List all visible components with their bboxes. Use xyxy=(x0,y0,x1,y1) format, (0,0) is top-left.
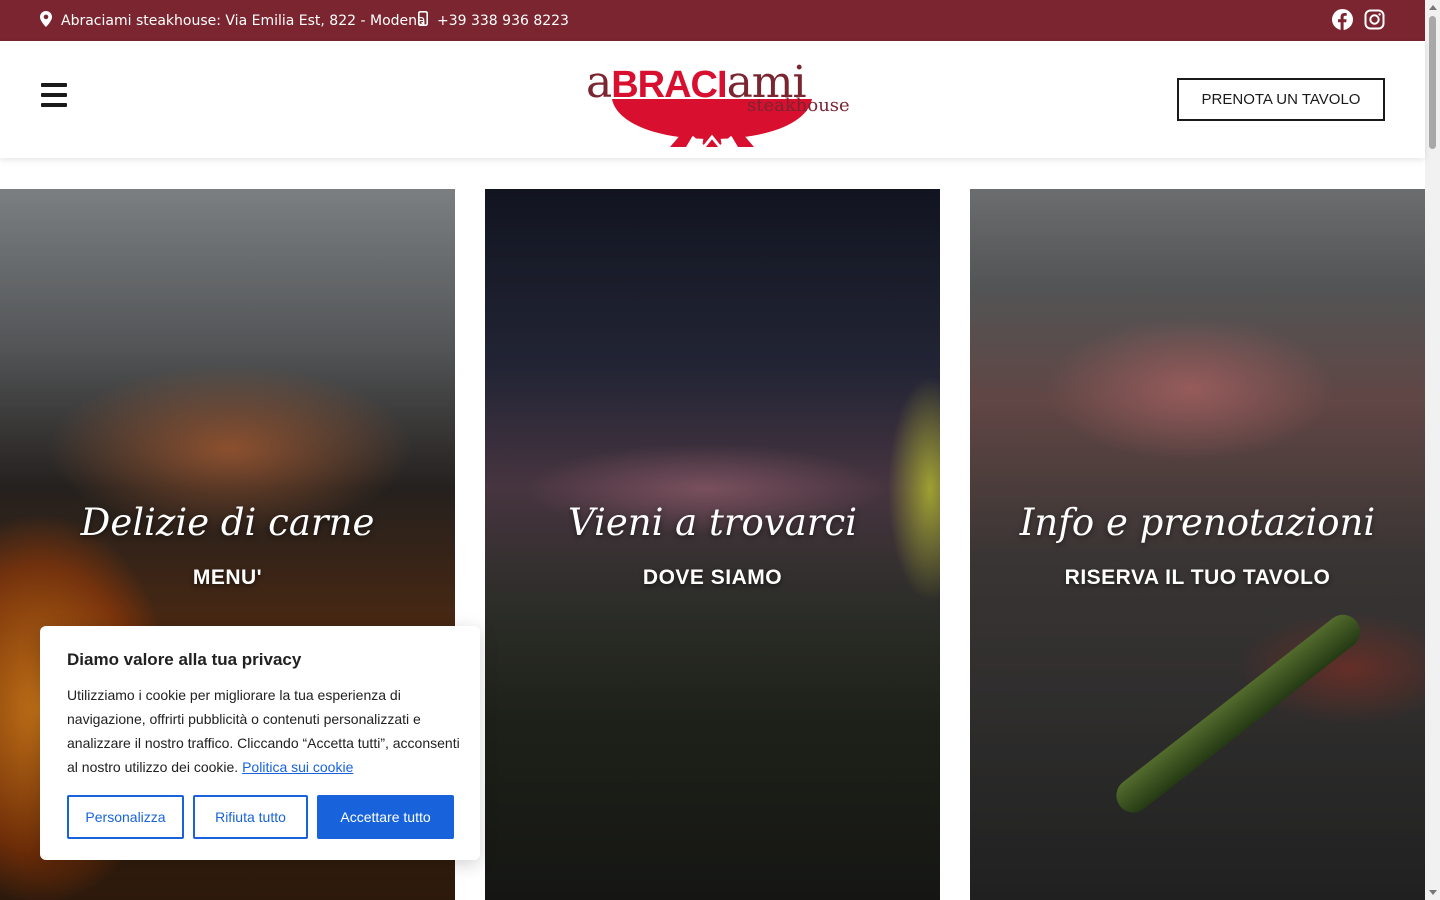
site-header: aBRACIami steakhouse PRENOTA UN TAVOLO xyxy=(0,41,1425,158)
map-pin-icon xyxy=(40,11,52,31)
cookie-button-row: Personalizza Rifiuta tutto Accettare tut… xyxy=(67,795,454,839)
card-booking[interactable]: Info e prenotazioni RISERVA IL TUO TAVOL… xyxy=(970,189,1425,900)
page-scrollbar[interactable] xyxy=(1425,0,1440,900)
cookie-consent-banner: Diamo valore alla tua privacy Utilizziam… xyxy=(40,626,480,860)
accept-all-button[interactable]: Accettare tutto xyxy=(317,795,454,839)
phone-info[interactable]: +39 338 936 8223 xyxy=(418,11,569,30)
book-table-button[interactable]: PRENOTA UN TAVOLO xyxy=(1177,78,1385,121)
address-info: Abraciami steakhouse: Via Emilia Est, 82… xyxy=(40,11,426,31)
scroll-down-arrow-icon[interactable] xyxy=(1429,890,1437,895)
card-subtitle[interactable]: DOVE SIAMO xyxy=(485,566,940,590)
scrollbar-thumb[interactable] xyxy=(1429,16,1436,149)
logo-subtitle: steakhouse xyxy=(747,95,850,116)
cookie-policy-link[interactable]: Politica sui cookie xyxy=(242,759,353,775)
card-subtitle[interactable]: RISERVA IL TUO TAVOLO xyxy=(970,566,1425,590)
card-location[interactable]: Vieni a trovarci DOVE SIAMO xyxy=(485,189,940,900)
cookie-banner-title: Diamo valore alla tua privacy xyxy=(67,650,302,669)
card-title: Info e prenotazioni xyxy=(1019,501,1376,544)
address-text: Abraciami steakhouse: Via Emilia Est, 82… xyxy=(61,13,426,29)
card-title: Delizie di carne xyxy=(80,501,375,544)
social-links xyxy=(1332,9,1385,30)
site-logo[interactable]: aBRACIami steakhouse xyxy=(586,53,850,150)
cookie-banner-text: Utilizziamo i cookie per migliorare la t… xyxy=(67,687,460,775)
facebook-icon[interactable] xyxy=(1332,9,1353,30)
reject-all-button[interactable]: Rifiuta tutto xyxy=(193,795,308,839)
card-subtitle[interactable]: MENU' xyxy=(0,566,455,590)
customize-button[interactable]: Personalizza xyxy=(67,795,184,839)
card-title: Vieni a trovarci xyxy=(567,501,858,544)
instagram-icon[interactable] xyxy=(1364,9,1385,30)
phone-icon xyxy=(418,11,428,30)
scroll-up-arrow-icon[interactable] xyxy=(1429,5,1437,10)
phone-number[interactable]: +39 338 936 8223 xyxy=(437,13,569,29)
top-info-bar: Abraciami steakhouse: Via Emilia Est, 82… xyxy=(0,0,1425,41)
hamburger-icon[interactable] xyxy=(41,83,67,107)
